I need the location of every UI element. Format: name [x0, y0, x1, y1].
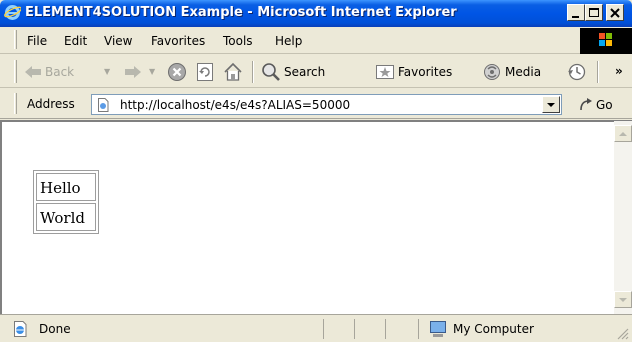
- resize-grip-icon[interactable]: [616, 327, 629, 340]
- go-arrow-icon: [580, 98, 592, 111]
- menu-bar: File Edit View Favorites Tools Help: [0, 27, 632, 54]
- back-dropdown-icon[interactable]: ▼: [104, 67, 110, 76]
- title-bar[interactable]: ELEMENT4SOLUTION Example - Microsoft Int…: [0, 0, 632, 27]
- ie-window: ELEMENT4SOLUTION Example - Microsoft Int…: [0, 0, 632, 342]
- chevron-down-icon: [547, 103, 555, 107]
- table-cell-hello: Hello: [36, 173, 96, 201]
- search-label: Search: [284, 64, 326, 79]
- refresh-button[interactable]: [196, 55, 214, 88]
- favorites-icon: [376, 64, 394, 79]
- ie-logo-icon: [4, 5, 21, 20]
- forward-button[interactable]: [124, 55, 142, 88]
- toolbar-overflow-chevron[interactable]: »: [615, 64, 623, 78]
- page-done-icon: [14, 321, 27, 337]
- menu-tools[interactable]: Tools: [223, 34, 253, 48]
- scroll-down-button[interactable]: [614, 291, 632, 308]
- scroll-up-button[interactable]: [614, 125, 632, 142]
- page-content: Hello World: [0, 120, 632, 314]
- stop-button[interactable]: [167, 55, 187, 88]
- table-cell-world: World: [36, 203, 96, 231]
- search-icon: [262, 62, 280, 81]
- favorites-button[interactable]: Favorites: [375, 55, 452, 88]
- status-pane: [418, 319, 419, 339]
- favorites-label: Favorites: [398, 64, 453, 79]
- address-value: http://localhost/e4s/e4s?ALIAS=50000: [120, 98, 351, 112]
- back-button[interactable]: Back: [24, 55, 74, 88]
- toolbar-separator: [597, 61, 599, 83]
- security-zone-text: My Computer: [453, 322, 534, 336]
- media-icon: [484, 63, 500, 80]
- window-title: ELEMENT4SOLUTION Example - Microsoft Int…: [25, 5, 457, 20]
- refresh-icon: [197, 62, 213, 81]
- history-button[interactable]: [567, 55, 587, 88]
- home-icon: [224, 62, 242, 81]
- address-dropdown-button[interactable]: [542, 96, 560, 113]
- windows-logo-throbber: [580, 28, 632, 54]
- minimize-button[interactable]: [567, 4, 585, 21]
- address-label: Address: [27, 97, 75, 111]
- scroll-down-icon: [619, 298, 627, 302]
- maximize-icon: [589, 8, 599, 17]
- address-grip[interactable]: [14, 93, 17, 114]
- status-bar: Done My Computer: [0, 314, 632, 342]
- status-pane: [385, 319, 386, 339]
- page-icon: [98, 98, 109, 112]
- my-computer-icon: [430, 321, 446, 337]
- table-row: World: [36, 203, 96, 231]
- status-text: Done: [39, 322, 71, 336]
- toolbar-grip[interactable]: [14, 60, 17, 83]
- media-button[interactable]: Media: [482, 55, 541, 88]
- windows-flag-icon: [599, 33, 612, 46]
- back-label: Back: [45, 64, 75, 79]
- menu-file[interactable]: File: [27, 34, 47, 48]
- standard-toolbar: Back ▼ ▼ Search Favorites Media »: [0, 55, 632, 88]
- scroll-up-icon: [619, 132, 627, 136]
- go-button[interactable]: Go: [578, 94, 613, 116]
- maximize-button[interactable]: [585, 4, 603, 21]
- minimize-icon: [572, 16, 579, 18]
- address-bar: Address http://localhost/e4s/e4s?ALIAS=5…: [0, 89, 632, 119]
- close-icon: [610, 8, 620, 18]
- menu-help[interactable]: Help: [275, 34, 302, 48]
- forward-arrow-icon: [125, 65, 141, 78]
- media-label: Media: [505, 64, 542, 79]
- status-pane: [354, 319, 355, 339]
- menu-grip[interactable]: [14, 30, 17, 49]
- address-input[interactable]: http://localhost/e4s/e4s?ALIAS=50000: [91, 94, 562, 115]
- stop-icon: [168, 62, 186, 81]
- menu-edit[interactable]: Edit: [64, 34, 87, 48]
- back-arrow-icon: [25, 65, 41, 78]
- go-label: Go: [596, 98, 613, 112]
- close-button[interactable]: [606, 4, 624, 21]
- hello-world-table: Hello World: [33, 170, 99, 234]
- forward-dropdown-icon[interactable]: ▼: [149, 67, 155, 76]
- vertical-scrollbar[interactable]: [614, 121, 632, 314]
- table-row: Hello: [36, 173, 96, 201]
- menu-favorites[interactable]: Favorites: [151, 34, 205, 48]
- history-icon: [568, 63, 586, 80]
- status-pane: [323, 319, 324, 339]
- home-button[interactable]: [223, 55, 243, 88]
- menu-view[interactable]: View: [104, 34, 132, 48]
- search-button[interactable]: Search: [261, 55, 325, 88]
- toolbar-separator: [252, 61, 254, 83]
